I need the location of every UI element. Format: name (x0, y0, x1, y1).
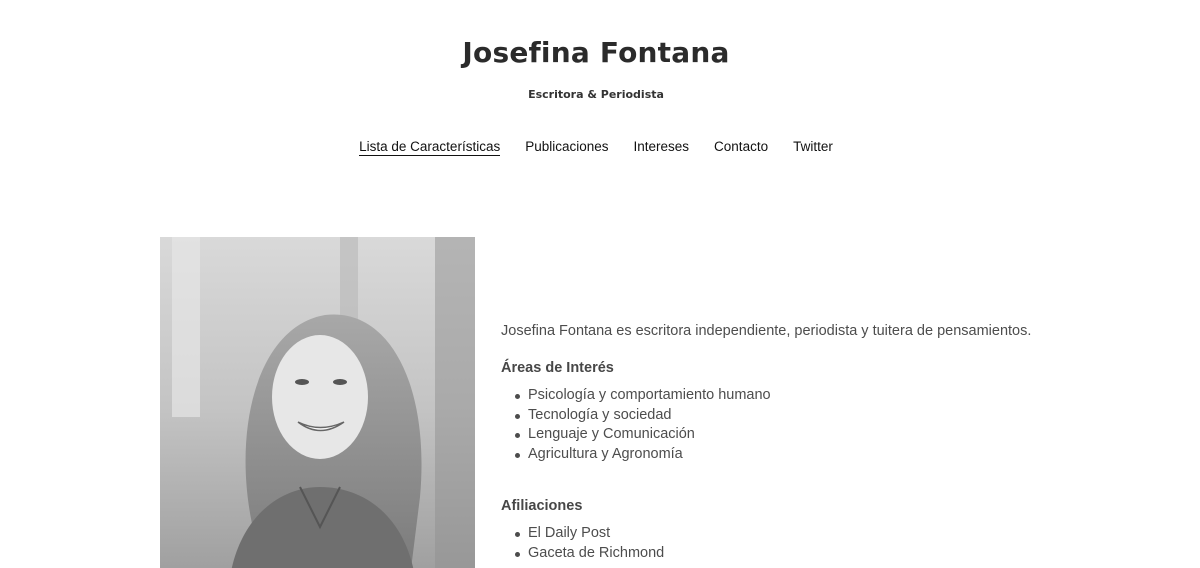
list-item: Lenguaje y Comunicación (515, 425, 1061, 445)
profile-content: Josefina Fontana es escritora independie… (501, 320, 1061, 563)
nav-item-lista-caracteristicas[interactable]: Lista de Características (359, 139, 501, 156)
interests-list: Psicología y comportamiento humano Tecno… (501, 386, 1061, 464)
site-title[interactable]: Josefina Fontana (0, 36, 1192, 69)
main-nav: Lista de Características Publicaciones I… (0, 139, 1192, 156)
list-item: Gaceta de Richmond (515, 544, 1061, 564)
interests-heading: Áreas de Interés (501, 360, 614, 376)
list-item: Agricultura y Agronomía (515, 445, 1061, 465)
intro-text: Josefina Fontana es escritora independie… (501, 323, 1032, 339)
list-item: El Daily Post (515, 524, 1061, 544)
nav-item-contacto[interactable]: Contacto (714, 139, 768, 156)
nav-item-publicaciones[interactable]: Publicaciones (525, 139, 608, 156)
portrait-photo-icon (160, 237, 475, 568)
affiliations-list: El Daily Post Gaceta de Richmond (501, 524, 1061, 563)
list-item: Psicología y comportamiento humano (515, 386, 1061, 406)
list-item: Tecnología y sociedad (515, 406, 1061, 426)
nav-item-twitter[interactable]: Twitter (793, 139, 833, 156)
site-tagline: Escritora & Periodista (528, 88, 664, 101)
affiliations-heading: Afiliaciones (501, 498, 583, 514)
nav-item-intereses[interactable]: Intereses (634, 139, 690, 156)
portrait-image (160, 237, 475, 568)
